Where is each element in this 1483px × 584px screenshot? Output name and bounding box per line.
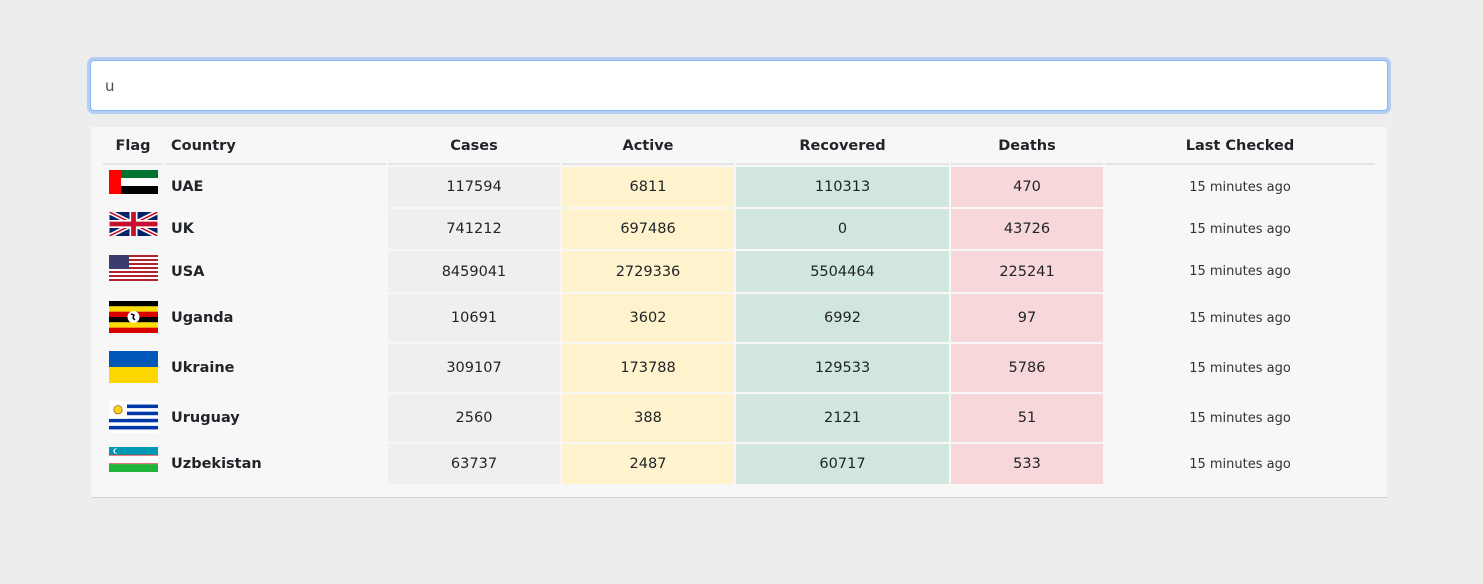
active-value: 2487 (562, 444, 734, 484)
header-deaths: Deaths (951, 129, 1103, 165)
country-name: UK (171, 221, 195, 237)
active-value: 173788 (562, 344, 734, 392)
uk-flag-icon (108, 212, 158, 244)
country-name: Ukraine (171, 360, 235, 376)
last-checked-value: 15 minutes ago (1189, 456, 1291, 472)
table-header-row: Flag Country Cases Active Recovered Deat… (103, 129, 1375, 165)
deaths-value: 51 (951, 394, 1103, 442)
active-value: 6811 (562, 167, 734, 207)
cases-value: 63737 (388, 444, 560, 484)
recovered-value: 5504464 (736, 251, 949, 292)
header-country: Country (165, 129, 386, 165)
uae-flag-icon (108, 170, 158, 202)
deaths-value: 97 (951, 294, 1103, 342)
cases-value: 2560 (388, 394, 560, 442)
header-active: Active (562, 129, 734, 165)
search-container (90, 60, 1388, 111)
last-checked-value: 15 minutes ago (1189, 360, 1291, 376)
deaths-value: 533 (951, 444, 1103, 484)
recovered-value: 129533 (736, 344, 949, 392)
recovered-value: 2121 (736, 394, 949, 442)
last-checked-value: 15 minutes ago (1189, 410, 1291, 426)
results-card: Flag Country Cases Active Recovered Deat… (91, 127, 1387, 498)
deaths-value: 225241 (951, 251, 1103, 292)
table-row: Uruguay 2560 388 2121 51 15 minutes ago (103, 394, 1375, 442)
header-flag: Flag (103, 129, 163, 165)
country-name: USA (171, 263, 205, 280)
country-name: UAE (171, 179, 204, 195)
usa-flag-icon (108, 254, 158, 287)
table-row: UK 741212 697486 0 43726 15 minutes ago (103, 209, 1375, 249)
last-checked-value: 15 minutes ago (1189, 221, 1291, 237)
active-value: 388 (562, 394, 734, 442)
table-row: Ukraine 309107 173788 129533 5786 15 min… (103, 344, 1375, 392)
country-name: Uganda (171, 310, 234, 326)
table-row: UAE 117594 6811 110313 470 15 minutes ag… (103, 167, 1375, 207)
deaths-value: 43726 (951, 209, 1103, 249)
table-row: Uzbekistan 63737 2487 60717 533 15 minut… (103, 444, 1375, 484)
table-row: Uganda 10691 3602 6992 97 15 minutes ago (103, 294, 1375, 342)
recovered-value: 110313 (736, 167, 949, 207)
cases-value: 8459041 (388, 251, 560, 292)
active-value: 3602 (562, 294, 734, 342)
last-checked-value: 15 minutes ago (1189, 310, 1291, 326)
uruguay-flag-icon (108, 401, 158, 433)
recovered-value: 60717 (736, 444, 949, 484)
last-checked-value: 15 minutes ago (1189, 264, 1291, 279)
deaths-value: 470 (951, 167, 1103, 207)
header-recovered: Recovered (736, 129, 949, 165)
recovered-value: 0 (736, 209, 949, 249)
cases-value: 309107 (388, 344, 560, 392)
header-last-checked: Last Checked (1105, 129, 1375, 165)
active-value: 697486 (562, 209, 734, 249)
uganda-flag-icon (108, 301, 158, 333)
deaths-value: 5786 (951, 344, 1103, 392)
ukraine-flag-icon (108, 351, 158, 383)
country-name: Uzbekistan (171, 456, 262, 472)
active-value: 2729336 (562, 251, 734, 292)
cases-value: 117594 (388, 167, 560, 207)
covid-stats-table: Flag Country Cases Active Recovered Deat… (101, 127, 1377, 486)
cases-value: 10691 (388, 294, 560, 342)
table-row: USA 8459041 2729336 5504464 225241 15 mi… (103, 251, 1375, 292)
recovered-value: 6992 (736, 294, 949, 342)
uzbekistan-flag-icon (108, 447, 158, 479)
cases-value: 741212 (388, 209, 560, 249)
last-checked-value: 15 minutes ago (1189, 179, 1291, 195)
header-cases: Cases (388, 129, 560, 165)
country-name: Uruguay (171, 410, 240, 426)
search-input[interactable] (90, 60, 1388, 111)
